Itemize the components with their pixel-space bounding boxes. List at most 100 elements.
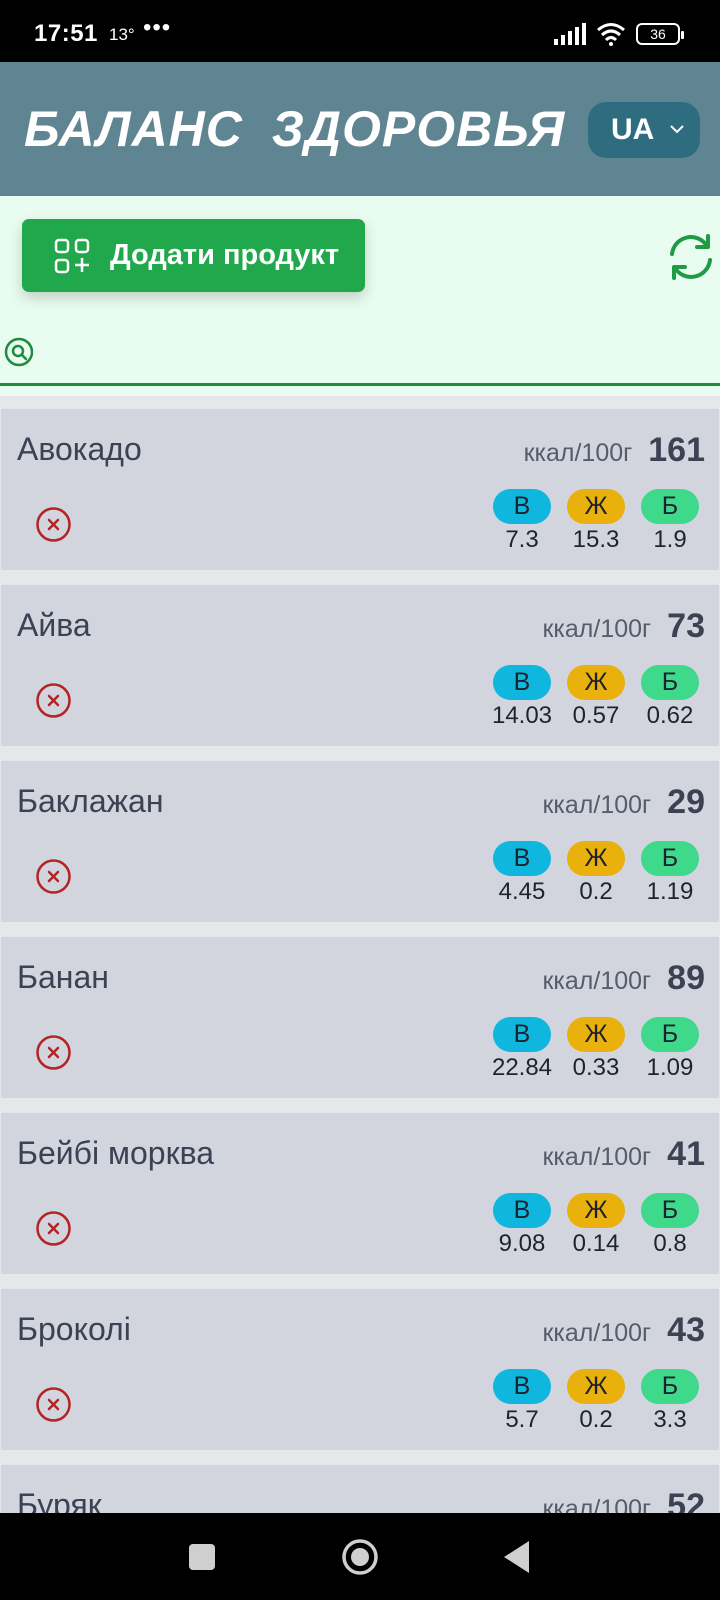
macro-protein: Б 3.3 xyxy=(633,1369,707,1434)
protein-pill: Б xyxy=(641,489,699,524)
kcal-value: 89 xyxy=(667,959,705,997)
status-more-icon: ••• xyxy=(143,14,172,41)
kcal-group: ккал/100г 41 xyxy=(542,1135,705,1174)
macros: В 22.84 Ж 0.33 Б 1.09 xyxy=(485,1017,707,1082)
macro-fat: Ж 15.3 xyxy=(559,489,633,554)
fat-pill: Ж xyxy=(567,489,625,524)
kcal-unit: ккал/100г xyxy=(542,967,652,995)
product-card[interactable]: Баклажан ккал/100г 29 В 4.45 Ж 0.2 Б 1.1… xyxy=(1,761,719,922)
refresh-icon[interactable] xyxy=(664,230,718,284)
product-name: Банан xyxy=(17,959,109,995)
macro-protein: Б 0.62 xyxy=(633,665,707,730)
kcal-unit: ккал/100г xyxy=(542,615,652,643)
kcal-group: ккал/100г 89 xyxy=(542,959,705,998)
carbs-value: 4.45 xyxy=(498,878,546,905)
macro-protein: Б 1.19 xyxy=(633,841,707,906)
product-name: Айва xyxy=(17,607,91,643)
protein-value: 0.62 xyxy=(646,702,694,729)
carbs-pill: В xyxy=(493,841,551,876)
search-input[interactable] xyxy=(36,328,716,376)
fat-value: 0.2 xyxy=(579,878,613,905)
kcal-value: 161 xyxy=(648,431,705,469)
protein-value: 0.8 xyxy=(653,1230,687,1257)
protein-pill: Б xyxy=(641,1193,699,1228)
protein-value: 3.3 xyxy=(653,1406,687,1433)
home-icon[interactable] xyxy=(341,1538,379,1576)
protein-value: 1.09 xyxy=(646,1054,694,1081)
protein-value: 1.9 xyxy=(653,526,687,553)
back-icon[interactable] xyxy=(501,1539,531,1575)
protein-value: 1.19 xyxy=(646,878,694,905)
macro-carbs: В 5.7 xyxy=(485,1369,559,1434)
protein-pill: Б xyxy=(641,1369,699,1404)
macros: В 4.45 Ж 0.2 Б 1.19 xyxy=(485,841,707,906)
protein-pill: Б xyxy=(641,1017,699,1052)
kcal-value: 43 xyxy=(667,1311,705,1349)
wifi-icon xyxy=(597,23,625,46)
macro-carbs: В 14.03 xyxy=(485,665,559,730)
status-time: 17:51 xyxy=(34,20,98,47)
delete-icon[interactable] xyxy=(35,682,72,719)
carbs-value: 5.7 xyxy=(505,1406,539,1433)
product-name: Авокадо xyxy=(17,431,142,467)
signal-icon xyxy=(554,23,586,45)
macro-protein: Б 0.8 xyxy=(633,1193,707,1258)
product-card[interactable]: Банан ккал/100г 89 В 22.84 Ж 0.33 Б 1.09 xyxy=(1,937,719,1098)
recent-apps-icon[interactable] xyxy=(189,1544,215,1570)
search-icon xyxy=(4,337,34,367)
kcal-unit: ккал/100г xyxy=(542,791,652,819)
product-card[interactable]: Айва ккал/100г 73 В 14.03 Ж 0.57 Б 0.62 xyxy=(1,585,719,746)
carbs-pill: В xyxy=(493,1193,551,1228)
product-card[interactable]: Бейбі морква ккал/100г 41 В 9.08 Ж 0.14 … xyxy=(1,1113,719,1274)
status-indicators: 36 xyxy=(554,22,684,46)
status-temperature: 13° xyxy=(109,25,135,44)
delete-icon[interactable] xyxy=(35,1034,72,1071)
kcal-unit: ккал/100г xyxy=(542,1319,652,1347)
add-product-button[interactable]: Додати продукт xyxy=(22,219,365,292)
kcal-value: 29 xyxy=(667,783,705,821)
kcal-unit: ккал/100г xyxy=(523,439,633,467)
macros: В 9.08 Ж 0.14 Б 0.8 xyxy=(485,1193,707,1258)
macro-fat: Ж 0.14 xyxy=(559,1193,633,1258)
app-title: БАЛАНС ЗДОРОВЬЯ xyxy=(24,101,566,157)
carbs-value: 22.84 xyxy=(491,1054,553,1081)
macros: В 7.3 Ж 15.3 Б 1.9 xyxy=(485,489,707,554)
product-card[interactable]: Авокадо ккал/100г 161 В 7.3 Ж 15.3 Б 1.9 xyxy=(1,409,719,570)
macro-fat: Ж 0.57 xyxy=(559,665,633,730)
fat-pill: Ж xyxy=(567,665,625,700)
product-list: Авокадо ккал/100г 161 В 7.3 Ж 15.3 Б 1.9 xyxy=(0,409,720,1600)
kcal-unit: ккал/100г xyxy=(542,1143,652,1171)
macros: В 5.7 Ж 0.2 Б 3.3 xyxy=(485,1369,707,1434)
kcal-group: ккал/100г 73 xyxy=(542,607,705,646)
carbs-pill: В xyxy=(493,1017,551,1052)
delete-icon[interactable] xyxy=(35,1210,72,1247)
language-label: UA xyxy=(611,113,655,146)
fat-value: 15.3 xyxy=(572,526,620,553)
battery-icon: 36 xyxy=(636,23,684,45)
macro-carbs: В 4.45 xyxy=(485,841,559,906)
macro-fat: Ж 0.33 xyxy=(559,1017,633,1082)
delete-icon[interactable] xyxy=(35,1386,72,1423)
kcal-group: ккал/100г 43 xyxy=(542,1311,705,1350)
product-name: Бейбі морква xyxy=(17,1135,215,1171)
macro-carbs: В 22.84 xyxy=(485,1017,559,1082)
carbs-pill: В xyxy=(493,665,551,700)
fat-value: 0.57 xyxy=(572,702,620,729)
fat-pill: Ж xyxy=(567,1369,625,1404)
navigation-bar xyxy=(0,1513,720,1600)
app-header: БАЛАНС ЗДОРОВЬЯ UA xyxy=(0,62,720,196)
macro-protein: Б 1.9 xyxy=(633,489,707,554)
fat-pill: Ж xyxy=(567,841,625,876)
carbs-value: 7.3 xyxy=(505,526,539,553)
macro-protein: Б 1.09 xyxy=(633,1017,707,1082)
fat-pill: Ж xyxy=(567,1193,625,1228)
kcal-value: 41 xyxy=(667,1135,705,1173)
carbs-pill: В xyxy=(493,1369,551,1404)
fat-value: 0.2 xyxy=(579,1406,613,1433)
kcal-group: ккал/100г 29 xyxy=(542,783,705,822)
product-card[interactable]: Броколі ккал/100г 43 В 5.7 Ж 0.2 Б 3.3 xyxy=(1,1289,719,1450)
delete-icon[interactable] xyxy=(35,506,72,543)
protein-pill: Б xyxy=(641,665,699,700)
language-select[interactable]: UA xyxy=(588,102,700,158)
delete-icon[interactable] xyxy=(35,858,72,895)
